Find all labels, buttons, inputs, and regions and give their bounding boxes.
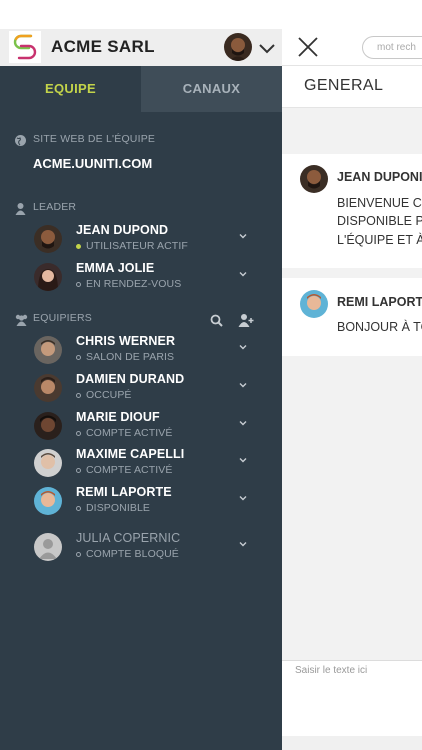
- avatar: [34, 487, 62, 515]
- site-section-label: SITE WEB DE L'ÉQUIPE: [33, 133, 156, 145]
- member-jean-dupond[interactable]: JEAN DUPOND UTILISATEUR ACTIF: [0, 221, 282, 259]
- drawer-tabs: EQUIPE CANAUX: [0, 66, 282, 112]
- person-icon: [15, 203, 26, 215]
- member-name: EMMA JOLIE: [76, 261, 155, 275]
- drawer-header: ACME SARL: [0, 29, 282, 66]
- org-name: ACME SARL: [51, 37, 155, 56]
- app-root: { "header": { "org_name": "ACME SARL" },…: [0, 0, 422, 750]
- member-name: CHRIS WERNER: [76, 334, 176, 348]
- avatar: [300, 165, 328, 193]
- member-name: DAMIEN DURAND: [76, 372, 185, 386]
- status-dot-icon: [76, 430, 81, 436]
- avatar: [34, 412, 62, 440]
- avatar: [34, 449, 62, 477]
- message-author: REMI LAPORT: [337, 295, 422, 309]
- team-drawer: ACME SARL EQUIPE CANAUX SITE WEB DE L'ÉQ…: [0, 0, 282, 750]
- channel-bar: GENERAL: [282, 66, 422, 108]
- avatar: [300, 290, 328, 318]
- channel-title: GENERAL: [304, 77, 384, 94]
- chat-panel: mot rech GENERAL JEAN DUPONI BIENVENUE C…: [282, 0, 422, 750]
- chat-header: mot rech: [282, 29, 422, 66]
- status-dot-icon: [76, 243, 81, 249]
- member-status: DISPONIBLE: [76, 502, 150, 514]
- avatar: [34, 225, 62, 253]
- close-icon[interactable]: [296, 35, 320, 59]
- member-name: REMI LAPORTE: [76, 485, 172, 499]
- status-dot-icon: [76, 467, 81, 473]
- chevron-down-icon[interactable]: [238, 493, 248, 503]
- search-icon[interactable]: [210, 314, 223, 327]
- chevron-down-icon[interactable]: [238, 231, 248, 241]
- chevron-down-icon[interactable]: [238, 539, 248, 549]
- status-dot-icon: [76, 392, 81, 398]
- chevron-down-icon[interactable]: [238, 455, 248, 465]
- chevron-down-icon[interactable]: [238, 380, 248, 390]
- member-marie-diouf[interactable]: MARIE DIOUF COMPTE ACTIVÉ: [0, 408, 282, 446]
- chevron-down-icon[interactable]: [257, 38, 277, 58]
- member-status: UTILISATEUR ACTIF: [76, 240, 188, 252]
- status-dot-icon: [76, 505, 81, 511]
- status-dot-icon: [76, 354, 81, 360]
- status-bar-area: [0, 0, 282, 29]
- team-section-label: EQUIPIERS: [33, 312, 92, 324]
- message-text-line: BIENVENUE CI: [337, 196, 422, 210]
- chevron-down-icon[interactable]: [238, 269, 248, 279]
- avatar: [34, 374, 62, 402]
- team-icon: [15, 314, 28, 326]
- member-status: EN RENDEZ-VOUS: [76, 278, 181, 290]
- message-item[interactable]: REMI LAPORT BONJOUR À TO: [282, 278, 422, 356]
- status-dot-icon: [76, 281, 81, 287]
- status-bar-area: [282, 0, 422, 29]
- leader-section-label: LEADER: [33, 201, 77, 213]
- member-status: COMPTE BLOQUÉ: [76, 548, 179, 560]
- tab-equipe[interactable]: EQUIPE: [0, 66, 141, 112]
- avatar: [34, 336, 62, 364]
- message-text-line: L'ÉQUIPE ET À: [337, 233, 422, 247]
- member-maxime-capelli[interactable]: MAXIME CAPELLI COMPTE ACTIVÉ: [0, 445, 282, 483]
- chevron-down-icon[interactable]: [238, 418, 248, 428]
- chevron-down-icon[interactable]: [238, 342, 248, 352]
- member-name: MAXIME CAPELLI: [76, 447, 185, 461]
- member-name: MARIE DIOUF: [76, 410, 160, 424]
- message-text-line: BONJOUR À TO: [337, 320, 422, 334]
- search-input[interactable]: mot rech: [362, 36, 422, 59]
- member-status: COMPTE ACTIVÉ: [76, 464, 172, 476]
- app-logo-icon: [9, 31, 41, 63]
- member-status: SALON DE PARIS: [76, 351, 174, 363]
- avatar-placeholder-icon: [34, 533, 62, 561]
- member-status: COMPTE ACTIVÉ: [76, 427, 172, 439]
- member-chris-werner[interactable]: CHRIS WERNER SALON DE PARIS: [0, 332, 282, 370]
- member-status: OCCUPÉ: [76, 389, 132, 401]
- user-avatar[interactable]: [224, 33, 252, 61]
- message-compose-input[interactable]: Saisir le texte ici: [282, 660, 422, 736]
- compose-placeholder: Saisir le texte ici: [295, 665, 368, 676]
- add-user-icon[interactable]: [238, 313, 254, 327]
- member-julia-copernic[interactable]: JULIA COPERNIC COMPTE BLOQUÉ: [0, 529, 282, 567]
- site-url-link[interactable]: ACME.UUNITI.COM: [33, 156, 152, 171]
- message-text-line: DISPONIBLE P: [337, 214, 422, 228]
- member-remi-laporte[interactable]: REMI LAPORTE DISPONIBLE: [0, 483, 282, 521]
- avatar: [34, 263, 62, 291]
- member-name: JULIA COPERNIC: [76, 531, 181, 545]
- globe-icon: [15, 135, 26, 146]
- tab-canaux[interactable]: CANAUX: [141, 66, 282, 112]
- member-name: JEAN DUPOND: [76, 223, 169, 237]
- status-dot-icon: [76, 551, 81, 557]
- message-author: JEAN DUPONI: [337, 170, 422, 184]
- member-emma-jolie[interactable]: EMMA JOLIE EN RENDEZ-VOUS: [0, 259, 282, 297]
- member-damien-durand[interactable]: DAMIEN DURAND OCCUPÉ: [0, 370, 282, 408]
- message-item[interactable]: JEAN DUPONI BIENVENUE CI DISPONIBLE P L'…: [282, 154, 422, 268]
- bottom-strip: [282, 736, 422, 750]
